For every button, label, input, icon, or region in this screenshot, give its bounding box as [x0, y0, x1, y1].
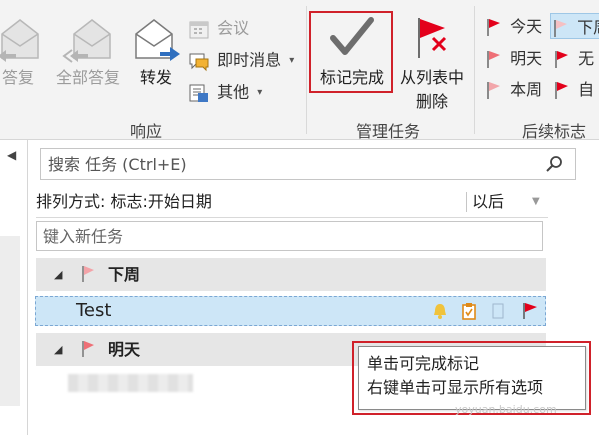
task-group-header[interactable]: ◢ 下周	[36, 258, 546, 291]
more-respond-label: 其他	[217, 82, 250, 102]
followup-group-label: 后续标志	[522, 122, 587, 141]
more-options-icon	[189, 84, 208, 102]
reply-all-label: 全部答复	[55, 68, 120, 87]
clipboard-check-icon[interactable]	[460, 302, 478, 320]
sort-divider	[466, 192, 467, 212]
sort-label[interactable]: 排列方式: 标志:开始日期	[36, 192, 212, 211]
flag-custom-button[interactable]: 自	[552, 76, 594, 102]
flag-icon	[555, 50, 568, 68]
collapse-triangle-icon[interactable]: ◢	[54, 258, 62, 291]
forward-label: 转发	[139, 68, 172, 87]
search-icon[interactable]	[545, 155, 563, 173]
flag-remove-icon	[418, 18, 447, 58]
group-divider	[306, 6, 307, 134]
flag-tomorrow-button[interactable]: 明天	[484, 45, 542, 71]
meeting-label: 会议	[217, 18, 250, 38]
task-group-name: 明天	[108, 340, 141, 359]
flag-no-date-button[interactable]: 无	[552, 45, 594, 71]
flag-this-week-label: 本周	[510, 79, 543, 99]
flag-icon	[487, 50, 500, 68]
sort-bar: 排列方式: 标志:开始日期 以后 ▼	[36, 188, 548, 216]
flag-no-date-label: 无	[578, 48, 595, 68]
forward-button[interactable]: 转发	[130, 10, 182, 110]
reply-icon	[0, 19, 39, 62]
navigation-rail: ◀	[0, 140, 28, 435]
flag-icon	[487, 18, 500, 36]
new-task-input[interactable]	[37, 222, 542, 250]
checkbox-icon[interactable]	[489, 302, 507, 320]
new-task-box	[36, 221, 543, 251]
reply-label: 答复	[1, 68, 34, 87]
flag-today-button[interactable]: 今天	[484, 13, 542, 39]
collapse-triangle-icon[interactable]: ◢	[54, 333, 62, 366]
group-divider	[474, 6, 475, 134]
flag-tomorrow-label: 明天	[510, 48, 543, 68]
remove-label-line2: 删除	[415, 92, 448, 111]
rail-panel	[0, 236, 20, 406]
search-input[interactable]	[41, 149, 521, 179]
bell-icon[interactable]	[431, 302, 449, 320]
flag-icon	[487, 81, 500, 99]
more-respond-button[interactable]: 其他 ▾	[188, 80, 262, 104]
remove-label-line1: 从列表中	[399, 68, 464, 87]
reply-all-button[interactable]: 全部答复	[48, 10, 128, 110]
chevron-left-icon[interactable]: ◀	[7, 148, 16, 162]
flag-today-label: 今天	[510, 16, 543, 36]
sort-order[interactable]: 以后	[472, 188, 504, 216]
blurred-task	[68, 374, 193, 392]
flag-icon[interactable]	[520, 302, 538, 320]
divider	[36, 217, 548, 218]
flag-icon	[554, 19, 567, 37]
chevron-down-icon: ▾	[289, 54, 295, 66]
watermark: yoyuan.baidu.com	[455, 403, 557, 416]
flag-icon	[82, 266, 94, 282]
ribbon: 答复 全部答复 转发 会议 即时消息 ▾ 其他 ▾ 响应 标记完成 从列表中 删…	[0, 0, 599, 141]
forward-icon	[135, 19, 180, 61]
chat-icon	[189, 53, 209, 71]
manage-group-label: 管理任务	[356, 122, 421, 141]
chevron-down-icon[interactable]: ▼	[532, 188, 540, 216]
instant-message-button[interactable]: 即时消息 ▾	[188, 48, 294, 72]
flag-custom-label: 自	[578, 79, 595, 99]
flag-this-week-button[interactable]: 本周	[484, 76, 542, 102]
calendar-icon	[189, 21, 209, 38]
respond-group-label: 响应	[130, 122, 163, 141]
reply-button[interactable]: 答复	[0, 10, 44, 110]
task-title: Test	[76, 300, 112, 321]
task-row[interactable]: Test	[35, 296, 546, 326]
mark-complete-highlight	[309, 11, 393, 93]
flag-next-week-label: 下周	[577, 17, 599, 37]
flag-icon	[555, 81, 568, 99]
flag-next-week-button[interactable]: 下周	[550, 13, 599, 39]
chevron-down-icon: ▾	[257, 86, 263, 98]
flag-icon	[82, 341, 94, 357]
instant-message-label: 即时消息	[217, 50, 282, 70]
task-group-name: 下周	[108, 265, 141, 284]
reply-all-icon	[62, 19, 111, 63]
remove-from-list-button[interactable]: 从列表中 删除	[393, 10, 471, 120]
meeting-button[interactable]: 会议	[188, 16, 249, 40]
search-box	[40, 148, 576, 180]
